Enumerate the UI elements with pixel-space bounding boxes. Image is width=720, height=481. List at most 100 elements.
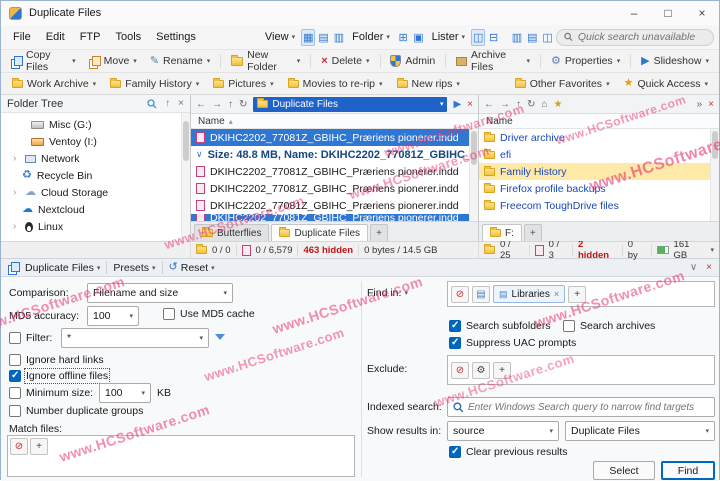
tab-f-drive[interactable]: F: xyxy=(482,224,522,241)
home-icon[interactable]: ⌂ xyxy=(541,99,547,110)
refresh-icon[interactable]: ↻ xyxy=(239,99,247,110)
minimum-size-checkbox[interactable]: Minimum size: xyxy=(9,387,93,399)
play-icon[interactable]: ▶ xyxy=(453,99,461,110)
minimum-size-select[interactable]: 100▾ xyxy=(99,383,151,403)
up-icon[interactable]: ↑ xyxy=(516,99,521,110)
favorite-work-archive[interactable]: Work Archive▾ xyxy=(6,76,102,92)
reset-menu[interactable]: ↺Reset▾ xyxy=(169,262,215,274)
chevron-down-icon[interactable]: ▾ xyxy=(711,246,715,254)
slideshow-button[interactable]: ▶Slideshow▾ xyxy=(635,53,715,69)
other-favorites-button[interactable]: Other Favorites▾ xyxy=(509,76,616,92)
file-row[interactable]: DKIHC2202_77081Z_GBIHC_Præriens pionerer… xyxy=(191,180,478,197)
tree-item-nextcloud[interactable]: ☁Nextcloud xyxy=(1,201,190,218)
presets-menu[interactable]: Presets▾ xyxy=(113,262,155,274)
favorite-movies-to-re-rip[interactable]: Movies to re-rip▾ xyxy=(282,76,389,92)
properties-button[interactable]: ⚙Properties▾ xyxy=(545,53,626,69)
show-results-target-select[interactable]: Duplicate Files▾ xyxy=(565,421,715,441)
number-duplicate-groups-checkbox[interactable]: Number duplicate groups xyxy=(9,405,143,417)
admin-button[interactable]: Admin xyxy=(384,53,441,69)
copy-files-button[interactable]: Copy Files▾ xyxy=(5,47,82,75)
tree-item-misc-g[interactable]: Misc (G:) xyxy=(1,116,190,133)
quick-search-input[interactable] xyxy=(578,31,706,43)
menu-tools[interactable]: Tools xyxy=(108,28,148,46)
folder-menu[interactable]: Folder ▾ xyxy=(347,28,395,46)
tab-duplicate-files[interactable]: Duplicate Files xyxy=(271,224,368,241)
file-row[interactable]: DKIHC2202_77081Z_GBIHC_Præriens pionerer… xyxy=(191,163,478,180)
tree-item-ventoy-i[interactable]: Ventoy (I:) xyxy=(1,133,190,150)
close-button[interactable]: × xyxy=(685,1,719,25)
show-results-source-select[interactable]: source▾ xyxy=(447,421,559,441)
column-header-name[interactable]: Name xyxy=(479,114,719,129)
details-view-icon[interactable]: ▤ xyxy=(316,29,330,46)
remove-exclude-button[interactable]: ⊘ xyxy=(451,362,469,379)
chevron-down-icon[interactable]: ▾ xyxy=(440,100,444,108)
star-icon[interactable]: ★ xyxy=(553,99,562,110)
exclude-settings-button[interactable]: ⚙ xyxy=(472,362,490,379)
favorite-family-history[interactable]: Family History▾ xyxy=(104,76,205,92)
tree-item-recycle-bin[interactable]: ♻Recycle Bin xyxy=(1,167,190,184)
tree-close-icon[interactable]: × xyxy=(178,98,184,109)
file-row[interactable]: DKIHC2202_77081Z_GBIHC_Præriens pionerer… xyxy=(191,197,478,214)
folder-row[interactable]: efi xyxy=(479,146,719,163)
new-tab-button[interactable]: + xyxy=(370,224,388,241)
remove-chip-icon[interactable]: × xyxy=(554,289,559,299)
filter-select[interactable]: *▾ xyxy=(61,328,209,348)
forward-icon[interactable]: → xyxy=(500,99,510,110)
list-view-icon[interactable]: ▥ xyxy=(332,29,346,46)
file-row-selected[interactable]: DKIHC2202_77081Z_GBIHC_Præriens pionerer… xyxy=(191,129,478,146)
remove-match-button[interactable]: ⊘ xyxy=(10,438,28,455)
source-scrollbar[interactable] xyxy=(469,129,478,221)
move-button[interactable]: Move▾ xyxy=(83,53,143,69)
panel-title-menu[interactable]: Duplicate Files▾ xyxy=(25,262,100,274)
exclude-box[interactable]: ⊘ ⚙ + xyxy=(447,355,715,385)
select-button[interactable]: Select xyxy=(593,461,655,480)
search-subfolders-checkbox[interactable]: Search subfolders xyxy=(449,320,551,332)
use-md5-cache-checkbox[interactable]: Use MD5 cache xyxy=(163,308,255,320)
tree-item-cloud-storage[interactable]: ›☁Cloud Storage xyxy=(1,184,190,201)
search-archives-checkbox[interactable]: Search archives xyxy=(563,320,655,332)
maximize-button[interactable]: □ xyxy=(651,1,685,25)
quick-access-button[interactable]: ★Quick Access▾ xyxy=(618,76,714,92)
panel-close-icon[interactable]: × xyxy=(467,99,473,110)
indexed-search-box[interactable] xyxy=(447,397,715,417)
menu-settings[interactable]: Settings xyxy=(149,28,203,46)
menu-edit[interactable]: Edit xyxy=(39,28,72,46)
layout-style1-icon[interactable]: ▥ xyxy=(510,29,524,46)
new-tab-button[interactable]: + xyxy=(524,224,542,241)
tree-item-linux[interactable]: ›Linux xyxy=(1,218,190,235)
tree-filter-search-icon[interactable] xyxy=(147,99,157,109)
find-in-label[interactable]: Find in:▾ xyxy=(367,287,408,299)
delete-button[interactable]: ×Delete▾ xyxy=(315,53,375,69)
find-in-box[interactable]: ⊘ ▤ ▤ Libraries × + xyxy=(447,281,715,307)
libraries-chip[interactable]: ▤ Libraries × xyxy=(493,285,565,303)
ignore-hard-links-checkbox[interactable]: Ignore hard links xyxy=(9,354,104,366)
new-folder-button[interactable]: New Folder▾ xyxy=(225,47,306,75)
filter-funnel-icon[interactable] xyxy=(215,334,225,340)
path-bar[interactable]: Duplicate Files ▾ xyxy=(253,97,447,112)
expand-chevron-icon[interactable]: › xyxy=(13,153,20,164)
tree-scrollbar[interactable] xyxy=(181,113,190,241)
remove-location-button[interactable]: ⊘ xyxy=(451,286,469,303)
dual-horizontal-icon[interactable]: ⊟ xyxy=(486,29,500,46)
md5-accuracy-select[interactable]: 100▾ xyxy=(87,306,139,326)
more-icon[interactable]: » xyxy=(697,99,703,110)
back-icon[interactable]: ← xyxy=(196,99,206,110)
quick-search-box[interactable] xyxy=(556,29,714,46)
close-panel-icon[interactable]: × xyxy=(706,262,712,273)
refresh-icon[interactable]: ↻ xyxy=(527,99,535,110)
view-menu[interactable]: View ▾ xyxy=(260,28,300,46)
folder-row[interactable]: Driver archive xyxy=(479,129,719,146)
layout-style2-icon[interactable]: ▤ xyxy=(525,29,539,46)
dual-vertical-icon[interactable]: ◫ xyxy=(471,29,485,46)
menu-file[interactable]: File xyxy=(6,28,38,46)
up-icon[interactable]: ↑ xyxy=(228,99,233,110)
filter-checkbox[interactable]: Filter: xyxy=(9,332,52,344)
folder-box-icon[interactable]: ▣ xyxy=(411,29,425,46)
folder-row[interactable]: Firefox profile backups xyxy=(479,180,719,197)
destination-scrollbar[interactable] xyxy=(710,129,719,221)
scrollbar-thumb[interactable] xyxy=(471,131,477,165)
indexed-search-input[interactable] xyxy=(468,402,709,413)
scrollbar-thumb[interactable] xyxy=(183,121,189,161)
tree-item-network[interactable]: ›Network xyxy=(1,150,190,167)
suppress-uac-checkbox[interactable]: Suppress UAC prompts xyxy=(449,337,576,349)
